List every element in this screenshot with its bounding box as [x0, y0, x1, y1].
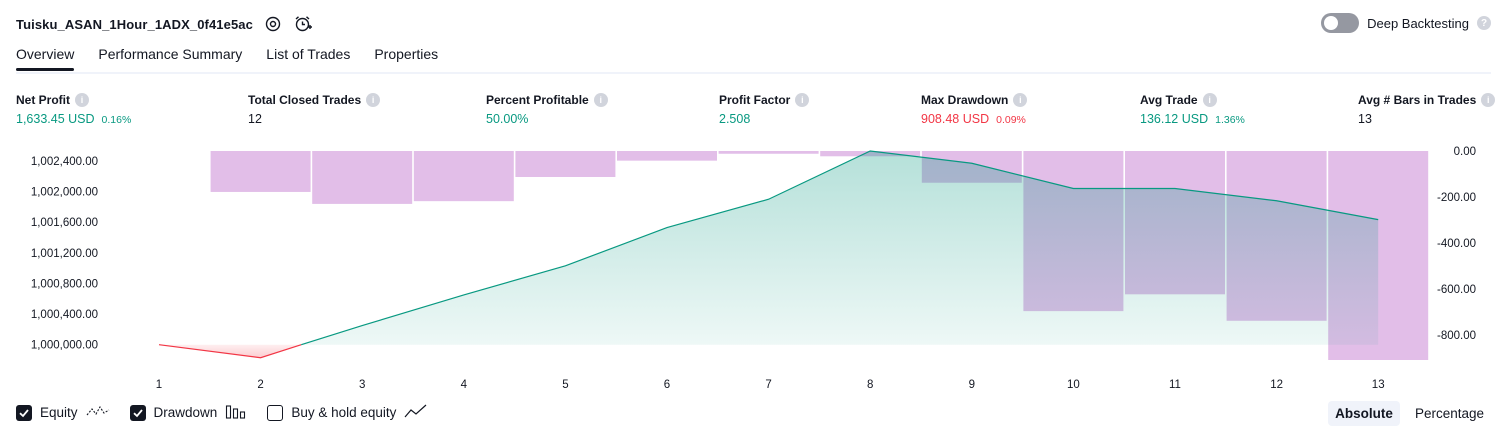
metric-value: 908.48 USD	[921, 112, 990, 126]
left-axis-tick: 1,000,000.00	[31, 340, 98, 352]
legend-label: Equity	[40, 405, 78, 420]
left-axis-tick: 1,002,000.00	[31, 187, 98, 199]
help-icon[interactable]: ?	[1477, 16, 1491, 30]
absolute-button[interactable]: Absolute	[1328, 401, 1400, 426]
info-icon[interactable]: i	[593, 93, 608, 107]
drawdown-bar	[617, 151, 717, 161]
info-icon[interactable]: i	[795, 93, 810, 107]
tabs-divider	[16, 72, 1491, 74]
drawdown-bar	[718, 151, 819, 154]
metric-value: 2.508	[719, 112, 751, 126]
deep-backtesting-toggle[interactable]	[1321, 13, 1360, 33]
checkbox-checked-icon[interactable]	[16, 404, 32, 421]
legend-label: Buy & hold equity	[291, 405, 397, 420]
metric-label: Net Profit	[16, 93, 70, 107]
metric-value: 1,633.45 USD	[16, 112, 95, 126]
drawdown-bar	[312, 151, 413, 204]
drawdown-bars-icon	[225, 403, 247, 422]
x-axis-tick: 10	[1067, 379, 1080, 391]
metric-label: Percent Profitable	[486, 93, 589, 107]
x-axis-tick: 6	[664, 379, 670, 391]
metric-percent-profitable: Percent Profitable i 50.00%	[486, 93, 608, 126]
left-axis-tick: 1,001,200.00	[31, 248, 98, 260]
buy-hold-line-icon	[404, 403, 428, 422]
strategy-header: Tuisku_ASAN_1Hour_1ADX_0f41e5ac	[16, 12, 313, 36]
info-icon[interactable]: i	[1202, 93, 1217, 107]
scale-mode-switch: Absolute Percentage	[1328, 401, 1491, 426]
info-icon[interactable]: i	[1481, 93, 1496, 107]
equity-line-icon	[86, 403, 110, 422]
info-icon[interactable]: i	[1013, 93, 1028, 107]
metric-profit-factor: Profit Factor i 2.508	[719, 93, 810, 126]
right-axis: 0.00 -200.00 -400.00 -600.00 -800.00	[1437, 146, 1476, 342]
metric-value: 50.00%	[486, 112, 529, 126]
metric-value: 13	[1358, 112, 1372, 126]
deep-backtesting-label: Deep Backtesting	[1367, 15, 1469, 31]
settings-icon[interactable]	[263, 14, 283, 34]
x-axis-tick: 2	[257, 379, 263, 391]
metric-label: Avg # Bars in Trades	[1358, 93, 1477, 107]
left-axis-tick: 1,002,400.00	[31, 156, 98, 168]
left-axis-tick: 1,000,800.00	[31, 278, 98, 290]
metric-value: 12	[248, 112, 262, 126]
x-axis-tick: 8	[867, 379, 873, 391]
report-tabs: Overview Performance Summary List of Tra…	[16, 46, 438, 71]
x-axis-tick: 12	[1270, 379, 1283, 391]
metric-label: Max Drawdown	[921, 93, 1009, 107]
metric-percent: 0.16%	[101, 114, 132, 126]
checkbox-checked-icon[interactable]	[129, 404, 146, 421]
legend-item-drawdown[interactable]: Drawdown	[129, 403, 248, 422]
right-axis-tick: -200.00	[1437, 192, 1476, 204]
info-icon[interactable]: i	[75, 93, 89, 107]
drawdown-bar	[413, 151, 514, 202]
metric-label: Avg Trade	[1140, 93, 1198, 107]
add-alert-icon[interactable]	[293, 14, 313, 34]
tab-properties[interactable]: Properties	[374, 46, 438, 71]
tab-performance-summary[interactable]: Performance Summary	[98, 46, 242, 71]
metric-max-drawdown: Max Drawdown i 908.48 USD 0.09%	[921, 93, 1028, 126]
info-icon[interactable]: i	[366, 93, 381, 107]
drawdown-bar	[210, 151, 311, 192]
left-axis-tick: 1,001,600.00	[31, 217, 98, 229]
legend-item-buy-hold-equity[interactable]: Buy & hold equity	[267, 403, 428, 422]
drawdown-bar	[515, 151, 616, 177]
x-axis-tick: 11	[1169, 379, 1181, 391]
x-axis-tick: 4	[461, 379, 468, 391]
equity-drawdown-chart: 1,002,400.00 1,002,000.00 1,001,600.00 1,00…	[31, 146, 1476, 391]
right-axis-tick: -400.00	[1437, 238, 1476, 250]
x-axis-tick: 9	[969, 379, 975, 391]
percentage-button[interactable]: Percentage	[1408, 401, 1491, 426]
metric-net-profit: Net Profit i 1,633.45 USD 0.16%	[16, 93, 131, 126]
x-axis-tick: 1	[156, 379, 162, 391]
tab-list-of-trades[interactable]: List of Trades	[266, 46, 350, 71]
x-axis-tick: 13	[1372, 379, 1385, 391]
x-axis-tick: 3	[359, 379, 365, 391]
metric-percent: 1.36%	[1215, 114, 1245, 126]
x-axis: 1 2 3 4 5 6 7 8 9 10 11 12 13	[156, 379, 1385, 391]
legend-item-equity[interactable]: Equity	[16, 403, 110, 422]
right-axis-tick: -600.00	[1437, 284, 1476, 296]
right-axis-tick: 0.00	[1454, 146, 1476, 158]
chart-legend: Equity Drawdown Buy & hold equity	[16, 403, 428, 422]
right-axis-tick: -800.00	[1437, 330, 1476, 342]
metric-total-closed-trades: Total Closed Trades i 12	[248, 93, 381, 126]
metric-avg-bars-in-trades: Avg # Bars in Trades i 13	[1358, 93, 1496, 126]
left-axis: 1,002,400.00 1,002,000.00 1,001,600.00 1,00…	[31, 156, 98, 352]
x-axis-tick: 5	[562, 379, 568, 391]
metric-label: Total Closed Trades	[248, 93, 362, 107]
metric-percent: 0.09%	[996, 114, 1026, 126]
metric-label: Profit Factor	[719, 93, 791, 107]
deep-backtesting: Deep Backtesting ?	[1321, 13, 1491, 33]
metric-value: 136.12 USD	[1140, 112, 1209, 126]
toggle-knob	[1324, 16, 1339, 30]
x-axis-tick: 7	[765, 379, 771, 391]
checkbox-unchecked-icon[interactable]	[267, 404, 284, 421]
tab-overview[interactable]: Overview	[16, 46, 75, 71]
legend-label: Drawdown	[153, 405, 218, 420]
left-axis-tick: 1,000,400.00	[31, 309, 98, 321]
strategy-title: Tuisku_ASAN_1Hour_1ADX_0f41e5ac	[16, 16, 253, 32]
metric-avg-trade: Avg Trade i 136.12 USD 1.36%	[1140, 93, 1245, 126]
